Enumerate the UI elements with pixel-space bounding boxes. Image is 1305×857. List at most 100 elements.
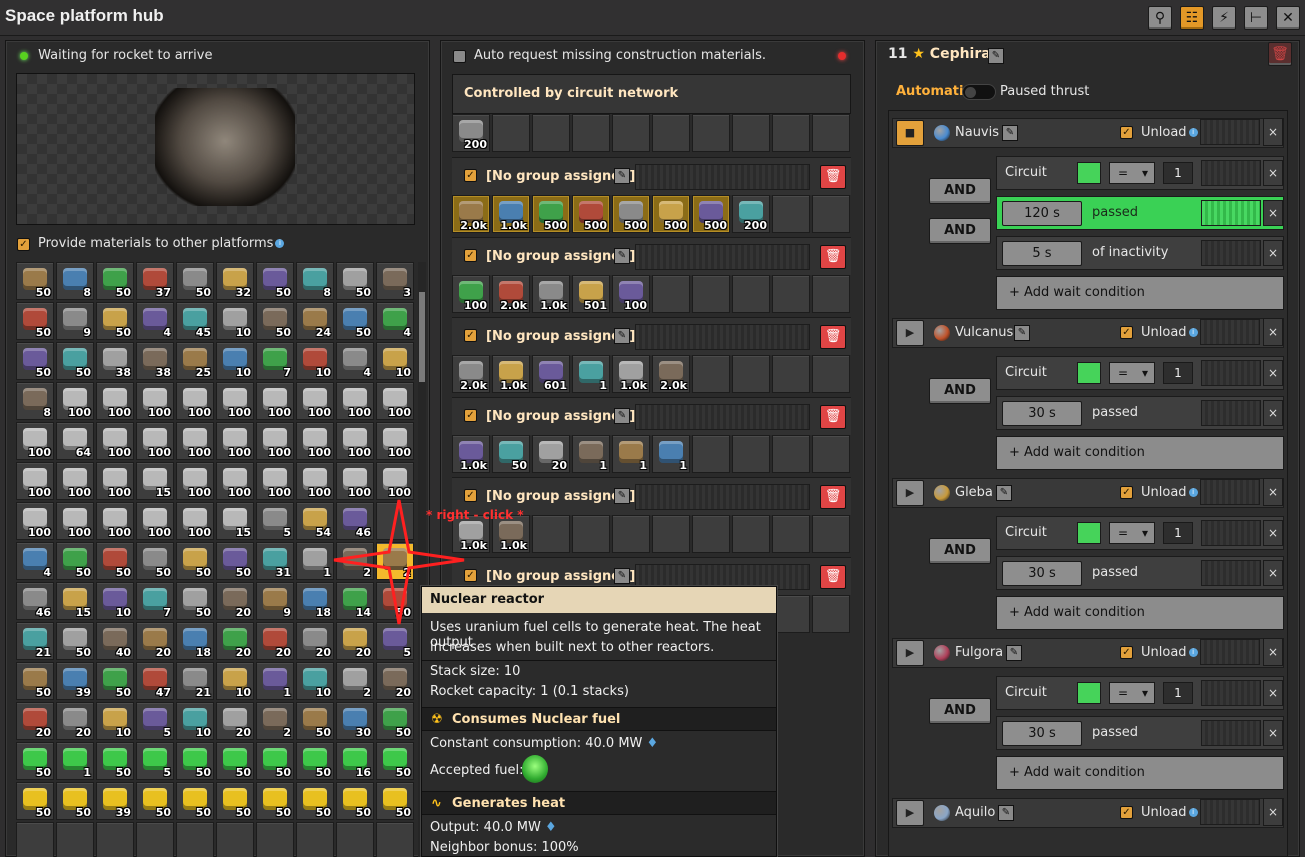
add-wait-condition-button[interactable]: + Add wait condition: [996, 436, 1284, 470]
item-slot[interactable]: 2.0k: [652, 355, 690, 393]
item-slot[interactable]: [692, 275, 730, 313]
item-slot[interactable]: 45: [176, 302, 214, 340]
item-slot[interactable]: 10: [216, 342, 254, 380]
circuit-item-slot[interactable]: 200: [452, 114, 490, 152]
go-to-stop-button[interactable]: ▶: [896, 800, 924, 826]
item-slot[interactable]: [732, 355, 770, 393]
time-field[interactable]: 5 s: [1002, 241, 1082, 266]
item-slot[interactable]: [572, 114, 610, 152]
item-slot[interactable]: 15: [136, 462, 174, 500]
item-slot[interactable]: 100: [452, 275, 490, 313]
search-icon[interactable]: ⚲: [1148, 6, 1172, 30]
edit-stop-button[interactable]: ✎: [1002, 125, 1018, 141]
item-slot[interactable]: 100: [96, 462, 134, 500]
pin-icon[interactable]: ⊢: [1244, 6, 1268, 30]
network-icon[interactable]: ☷: [1180, 6, 1204, 30]
item-slot[interactable]: [532, 114, 570, 152]
comparator-dropdown[interactable]: = ▾: [1109, 522, 1155, 544]
item-slot[interactable]: 100: [16, 462, 54, 500]
item-slot[interactable]: 1: [296, 542, 334, 580]
item-slot[interactable]: 100: [176, 502, 214, 540]
item-slot[interactable]: 18: [296, 582, 334, 620]
remove-condition-button[interactable]: ×: [1263, 360, 1283, 386]
item-slot[interactable]: [692, 114, 730, 152]
item-slot[interactable]: 47: [136, 662, 174, 700]
delete-group-button[interactable]: 🗑: [820, 485, 846, 509]
signal-green-icon[interactable]: [1077, 682, 1101, 704]
item-slot[interactable]: 50: [376, 702, 414, 740]
stop-priority-bar[interactable]: [1200, 799, 1260, 825]
item-slot[interactable]: 20: [216, 582, 254, 620]
item-slot[interactable]: 100: [136, 422, 174, 460]
auto-request-checkbox[interactable]: [453, 50, 466, 63]
stop-priority-bar[interactable]: [1200, 639, 1260, 665]
constant-field[interactable]: 1: [1163, 162, 1193, 184]
item-slot[interactable]: 20: [296, 622, 334, 660]
remove-stop-button[interactable]: ×: [1263, 318, 1283, 346]
item-slot[interactable]: 25: [176, 342, 214, 380]
item-slot[interactable]: [812, 515, 850, 553]
item-slot[interactable]: [532, 515, 570, 553]
edit-stop-button[interactable]: ✎: [996, 485, 1012, 501]
item-slot[interactable]: 20: [336, 622, 374, 660]
item-slot[interactable]: 46: [16, 582, 54, 620]
and-button[interactable]: AND: [929, 378, 991, 404]
item-slot[interactable]: [732, 114, 770, 152]
item-slot[interactable]: 1.0k: [492, 195, 530, 233]
item-slot[interactable]: 100: [216, 422, 254, 460]
provide-materials-checkbox[interactable]: ✓: [17, 238, 30, 251]
remove-condition-button[interactable]: ×: [1263, 200, 1283, 226]
item-slot[interactable]: 7: [256, 342, 294, 380]
item-slot[interactable]: 100: [56, 462, 94, 500]
item-slot[interactable]: [812, 275, 850, 313]
item-slot[interactable]: 50: [96, 542, 134, 580]
item-slot[interactable]: 100: [336, 462, 374, 500]
item-slot[interactable]: 601: [532, 355, 570, 393]
item-slot[interactable]: 500: [652, 195, 690, 233]
add-wait-condition-button[interactable]: + Add wait condition: [996, 756, 1284, 790]
item-slot[interactable]: 100: [16, 422, 54, 460]
item-slot[interactable]: 10: [96, 702, 134, 740]
item-slot[interactable]: 18: [176, 622, 214, 660]
item-slot[interactable]: [652, 275, 690, 313]
item-slot[interactable]: 50: [216, 542, 254, 580]
item-slot[interactable]: 10: [216, 302, 254, 340]
item-slot[interactable]: 100: [136, 382, 174, 420]
edit-stop-button[interactable]: ✎: [1014, 325, 1030, 341]
item-slot[interactable]: 100: [176, 462, 214, 500]
item-slot[interactable]: 50: [296, 782, 334, 820]
constant-field[interactable]: 1: [1163, 362, 1193, 384]
item-slot[interactable]: 100: [256, 422, 294, 460]
item-slot[interactable]: 30: [336, 702, 374, 740]
group-enabled-checkbox[interactable]: ✓: [464, 169, 477, 182]
item-slot[interactable]: 50: [16, 662, 54, 700]
item-slot[interactable]: 3: [376, 262, 414, 300]
and-button[interactable]: AND: [929, 218, 991, 244]
unload-checkbox[interactable]: ✓: [1120, 646, 1133, 659]
item-slot[interactable]: [492, 114, 530, 152]
item-slot[interactable]: 50: [176, 542, 214, 580]
and-button[interactable]: AND: [929, 178, 991, 204]
item-slot[interactable]: [296, 822, 334, 857]
item-slot[interactable]: [732, 515, 770, 553]
item-slot[interactable]: 31: [256, 542, 294, 580]
unload-checkbox[interactable]: ✓: [1120, 806, 1133, 819]
item-slot[interactable]: 20: [376, 662, 414, 700]
delete-group-button[interactable]: 🗑: [820, 405, 846, 429]
item-slot[interactable]: 200: [732, 195, 770, 233]
item-slot[interactable]: 4: [16, 542, 54, 580]
item-slot[interactable]: 100: [296, 422, 334, 460]
edit-group-button[interactable]: ✎: [614, 248, 630, 264]
rename-platform-button[interactable]: ✎: [988, 48, 1004, 64]
item-slot[interactable]: 50: [56, 622, 94, 660]
item-slot[interactable]: [772, 595, 810, 633]
remove-stop-button[interactable]: ×: [1263, 118, 1283, 146]
item-slot[interactable]: [612, 114, 650, 152]
edit-group-button[interactable]: ✎: [614, 168, 630, 184]
item-slot[interactable]: [772, 195, 810, 233]
item-slot[interactable]: [136, 822, 174, 857]
item-slot[interactable]: 50: [336, 302, 374, 340]
item-slot[interactable]: 50: [96, 742, 134, 780]
item-slot[interactable]: [732, 435, 770, 473]
item-slot[interactable]: 100: [96, 382, 134, 420]
